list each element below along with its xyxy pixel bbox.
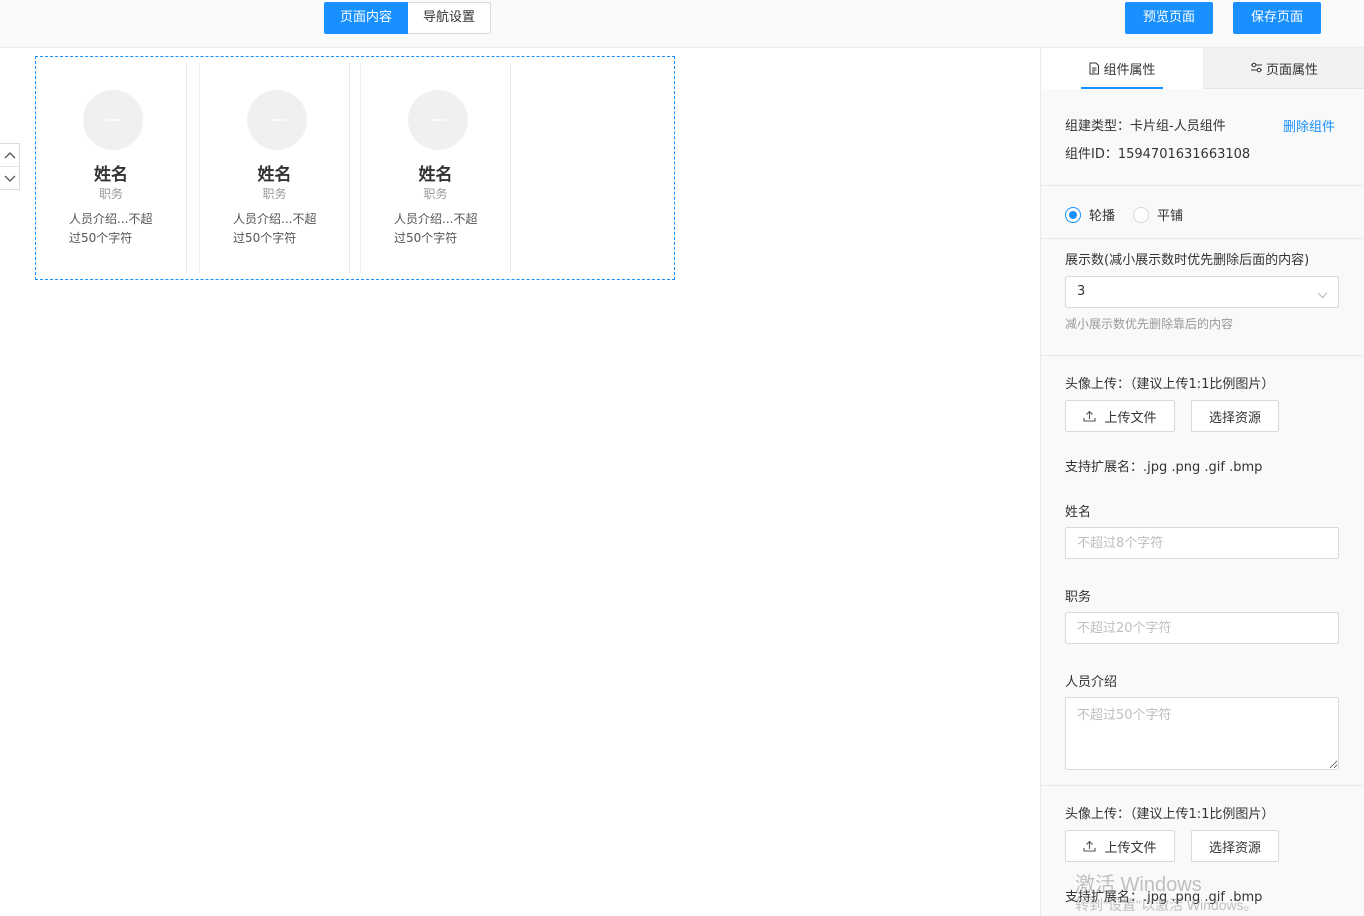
choose-resource-button[interactable]: 选择资源 xyxy=(1191,830,1279,862)
avatar-upload-label: 头像上传：（建议上传1:1比例图片） xyxy=(1065,377,1275,392)
card-title: 职务 xyxy=(423,187,448,201)
card-name: 姓名 xyxy=(257,165,292,185)
document-icon xyxy=(1088,62,1100,75)
supported-extensions: 支持扩展名：.jpg .png .gif .bmp xyxy=(1065,460,1263,475)
tab-label: 页面属性 xyxy=(1265,62,1318,78)
display-count-label: 展示数(减小展示数时优先删除后面的内容) xyxy=(1065,253,1310,268)
chevron-up-icon xyxy=(4,152,15,159)
name-input[interactable] xyxy=(1065,527,1339,559)
intro-textarea[interactable] xyxy=(1065,697,1339,770)
top-toolbar: 页面内容 导航设置 预览页面 保存页面 xyxy=(0,0,1364,48)
radio-dot-checked xyxy=(1065,206,1081,223)
choose-resource-button[interactable]: 选择资源 xyxy=(1191,400,1279,432)
radio-label: 平铺 xyxy=(1157,209,1184,224)
component-id: 组件ID：1594701631663108 xyxy=(1065,147,1251,162)
divider xyxy=(1041,185,1364,186)
tab-page-content[interactable]: 页面内容 xyxy=(324,2,409,34)
divider xyxy=(1041,355,1364,356)
move-component-controls xyxy=(0,143,20,190)
tab-component-properties[interactable]: 组件属性 xyxy=(1041,48,1203,89)
radio-carousel[interactable]: 轮播 xyxy=(1065,205,1115,224)
properties-panel: 组件属性 页面属性 组建类型：卡片组-人员组件 删除组件 组件ID：159470… xyxy=(1040,48,1364,916)
avatar-upload-label: 头像上传：（建议上传1:1比例图片） xyxy=(1065,807,1275,822)
card-description: 人员介绍...不超过50个字符 xyxy=(233,212,317,245)
person-card[interactable]: 姓名 职务 人员介绍...不超过50个字符 xyxy=(36,63,187,273)
intro-label: 人员介绍 xyxy=(1065,675,1118,690)
preview-page-button[interactable]: 预览页面 xyxy=(1125,2,1213,34)
title-label: 职务 xyxy=(1065,590,1092,605)
move-up-button[interactable] xyxy=(0,144,19,167)
chevron-down-icon xyxy=(4,175,15,182)
tab-label: 组件属性 xyxy=(1103,63,1156,78)
display-count-select[interactable]: 3 xyxy=(1065,276,1339,308)
name-label: 姓名 xyxy=(1065,505,1092,520)
sliders-icon xyxy=(1250,62,1263,74)
select-value: 3 xyxy=(1077,284,1086,299)
card-name: 姓名 xyxy=(418,165,453,185)
save-page-button[interactable]: 保存页面 xyxy=(1233,2,1321,34)
avatar-placeholder xyxy=(247,90,307,150)
component-type: 组建类型：卡片组-人员组件 xyxy=(1065,119,1226,134)
person-card[interactable]: 姓名 职务 人员介绍...不超过50个字符 xyxy=(360,63,511,273)
button-label: 上传文件 xyxy=(1104,410,1157,426)
card-description: 人员介绍...不超过50个字符 xyxy=(394,212,478,245)
divider xyxy=(1041,785,1364,786)
person-card[interactable]: 姓名 职务 人员介绍...不超过50个字符 xyxy=(199,63,350,273)
delete-component-link[interactable]: 删除组件 xyxy=(1283,116,1335,135)
person-card-group[interactable]: 姓名 职务 人员介绍...不超过50个字符 姓名 职务 人员介绍...不超过50… xyxy=(35,56,675,280)
upload-file-button[interactable]: 上传文件 xyxy=(1065,400,1175,432)
card-title: 职务 xyxy=(262,187,287,201)
card-name: 姓名 xyxy=(94,165,128,185)
card-title: 职务 xyxy=(98,187,123,201)
radio-dot xyxy=(1133,206,1149,223)
supported-extensions: 支持扩展名：.jpg .png .gif .bmp xyxy=(1065,890,1263,905)
chevron-down-icon xyxy=(1317,288,1328,303)
card-description: 人员介绍...不超过50个字符 xyxy=(69,212,153,245)
editor-mode-tabs: 页面内容 导航设置 xyxy=(324,2,492,34)
upload-icon xyxy=(1083,410,1097,422)
upload-file-button[interactable]: 上传文件 xyxy=(1065,830,1175,862)
avatar-placeholder xyxy=(408,90,468,150)
radio-label: 轮播 xyxy=(1089,209,1116,224)
display-count-hint: 减小展示数优先删除靠后的内容 xyxy=(1065,317,1234,331)
move-down-button[interactable] xyxy=(0,167,19,190)
title-input[interactable] xyxy=(1065,612,1339,644)
button-label: 上传文件 xyxy=(1104,840,1157,856)
divider xyxy=(1041,238,1364,239)
panel-tabs: 组件属性 页面属性 xyxy=(1041,48,1364,89)
upload-icon xyxy=(1083,840,1097,852)
tab-page-properties[interactable]: 页面属性 xyxy=(1203,48,1364,89)
avatar-placeholder xyxy=(83,90,143,150)
tab-navigation-settings[interactable]: 导航设置 xyxy=(408,2,492,34)
radio-tile[interactable]: 平铺 xyxy=(1133,205,1183,224)
